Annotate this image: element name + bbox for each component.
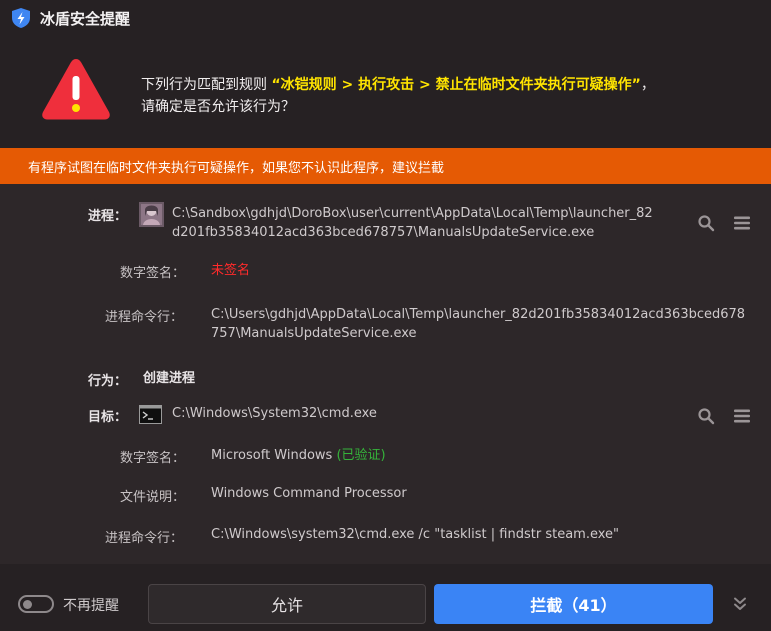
target-path: C:\Windows\System32\cmd.exe — [172, 406, 377, 421]
alert-prefix: 下列行为匹配到规则 — [141, 77, 272, 93]
dont-remind-label: 不再提醒 — [63, 598, 119, 614]
app-thumbnail-icon — [139, 202, 164, 227]
matched-rule: “冰铠规则 > 执行攻击 > 禁止在临时文件夹执行可疑操作” — [271, 77, 641, 93]
target-signature-value: Microsoft Windows (已验证) — [211, 448, 386, 463]
alert-suffix: ， — [640, 77, 655, 93]
block-button[interactable]: 拦截（41） — [434, 584, 713, 624]
process-cmd-label: 进程命令行： — [105, 310, 184, 325]
target-label: 目标： — [88, 410, 128, 425]
footer: 不再提醒 允许 拦截（41） — [0, 564, 771, 631]
banner-text: 有程序试图在临时文件夹执行可疑操作，如果您不认识此程序，建议拦截 — [28, 160, 445, 176]
target-description-value: Windows Command Processor — [211, 486, 407, 501]
target-signature-label: 数字签名： — [120, 451, 186, 466]
search-icon[interactable] — [697, 407, 715, 425]
title-bar: 冰盾安全提醒 — [0, 0, 771, 36]
process-signature-value: 未签名 — [211, 263, 251, 278]
dont-remind-toggle[interactable] — [18, 595, 54, 613]
shield-lightning-icon — [12, 8, 30, 28]
target-description-label: 文件说明： — [120, 490, 186, 505]
warning-banner: 有程序试图在临时文件夹执行可疑操作，如果您不认识此程序，建议拦截 — [0, 148, 771, 184]
target-cmd-value: C:\Windows\system32\cmd.exe /c "tasklist… — [211, 527, 619, 542]
alert-message: 下列行为匹配到规则 “冰铠规则 > 执行攻击 > 禁止在临时文件夹执行可疑操作”… — [141, 74, 655, 118]
warning-triangle-icon — [42, 59, 110, 120]
search-icon[interactable] — [697, 214, 715, 232]
menu-icon[interactable] — [733, 407, 751, 425]
process-cmd-value: C:\Users\gdhjd\AppData\Local\Temp\launch… — [211, 307, 746, 341]
double-chevron-down-icon[interactable] — [731, 595, 749, 613]
details-panel: 进程： C:\Sandbox\gdhjd\DoroBox\user\curren… — [0, 184, 771, 564]
verified-status: (已验证) — [336, 448, 386, 463]
console-icon — [139, 405, 162, 424]
action-value: 创建进程 — [143, 371, 196, 386]
process-label: 进程： — [88, 209, 128, 224]
menu-icon[interactable] — [733, 214, 751, 232]
allow-button[interactable]: 允许 — [148, 584, 426, 624]
window-title: 冰盾安全提醒 — [40, 9, 131, 28]
process-signature-label: 数字签名： — [120, 266, 186, 281]
alert-header: 下列行为匹配到规则 “冰铠规则 > 执行攻击 > 禁止在临时文件夹执行可疑操作”… — [0, 36, 771, 148]
action-label: 行为： — [88, 374, 128, 389]
process-path: C:\Sandbox\gdhjd\DoroBox\user\current\Ap… — [172, 206, 653, 240]
toggle-knob — [23, 600, 32, 609]
alert-question: 请确定是否允许该行为？ — [141, 99, 295, 115]
target-cmd-label: 进程命令行： — [105, 531, 184, 546]
